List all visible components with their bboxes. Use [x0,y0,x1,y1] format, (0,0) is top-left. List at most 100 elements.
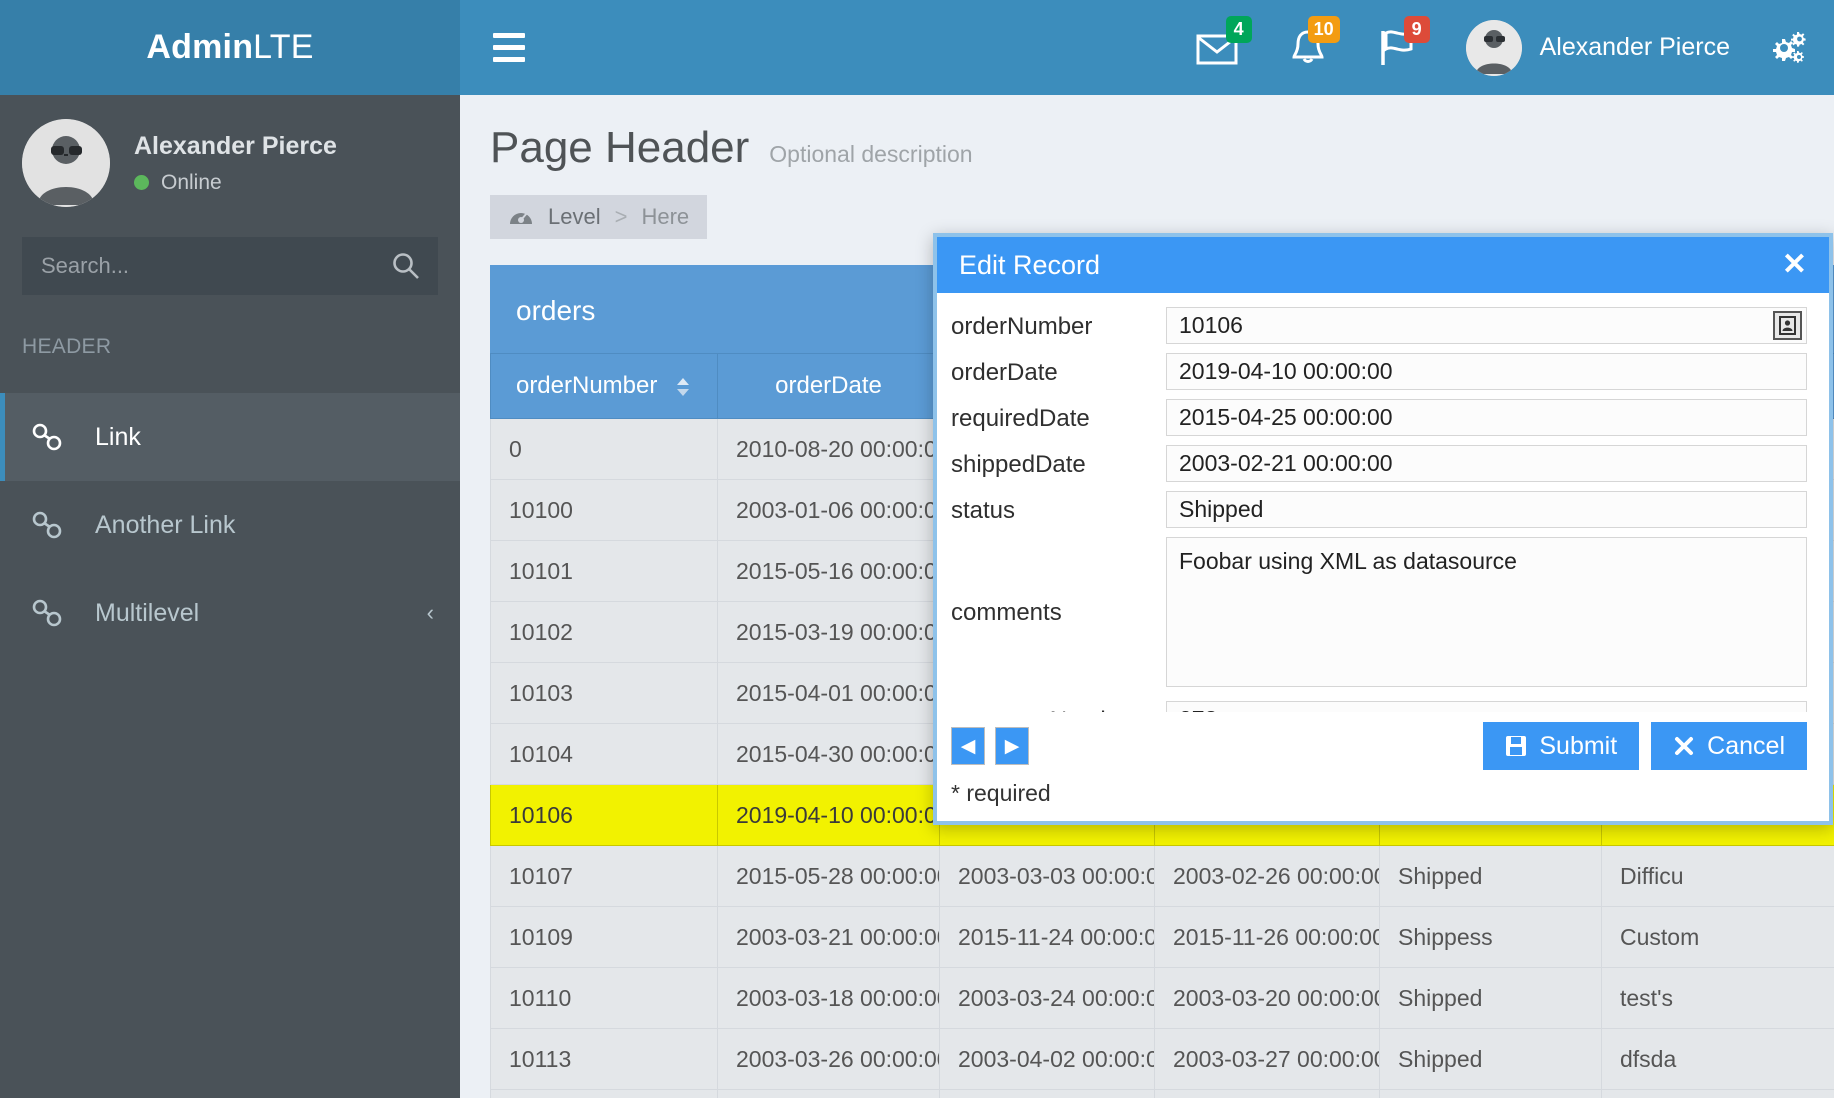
shippedDate-input[interactable] [1166,445,1807,482]
column-header-orderNumber[interactable]: orderNumber [490,353,718,419]
table-cell: 10103 [490,662,718,724]
table-cell: test's [1601,967,1834,1029]
table-cell: 10109 [490,906,718,968]
sidebar-item-label: Multilevel [95,598,200,627]
table-cell: 2015-03-19 00:00:00 [717,601,940,663]
navbar-right-menu: 4 10 9 Alexander Pierce [1170,0,1834,95]
field-control-requiredDate [1166,399,1807,436]
table-cell: 2019-04-10 00:00:00 [717,784,940,846]
sidebar-item-label: Link [95,422,141,451]
field-label-orderDate: orderDate [951,359,1058,386]
brand-light: LTE [253,28,314,66]
submit-button[interactable]: Submit [1483,722,1640,770]
table-cell: 2015-04-01 00:00:00 [717,662,940,724]
link-icon [32,511,62,539]
notifications-badge: 10 [1307,16,1340,43]
field-row-status: status [951,491,1807,528]
table-cell: 2003-04-02 00:00:00 [939,1028,1155,1090]
search-input[interactable] [23,253,375,279]
customerNumber-input[interactable] [1166,701,1807,712]
orderDate-input[interactable] [1166,353,1807,390]
table-cell: 2015-11-26 00:00:00 [1154,906,1380,968]
table-cell: Shipped [1379,1028,1602,1090]
field-control-comments: Foobar using XML as datasource [1166,537,1807,692]
sidebar-user-panel[interactable]: Alexander Pierce Online [0,95,460,237]
requiredDate-input[interactable] [1166,399,1807,436]
sidebar-item-link[interactable]: Link [0,393,460,481]
sidebar-menu-header: HEADER [22,335,112,358]
field-control-orderNumber [1166,307,1807,344]
table-cell: Shipped [1379,967,1602,1029]
column-label: orderNumber [515,372,658,399]
table-row[interactable]: 10109 2003-03-21 00:00:00 2015-11-24 00:00… [490,906,1834,968]
navbar-user-name: Alexander Pierce [1539,33,1730,61]
breadcrumb-separator: > [614,204,628,229]
admin-dashboard: AdminLTE 4 10 9 Alexander Pierce Alexand… [0,0,1834,1098]
table-cell [1154,1089,1380,1098]
cancel-button[interactable]: Cancel [1651,722,1807,770]
status-input[interactable] [1166,491,1807,528]
table-cell: Shippess [1379,906,1602,968]
breadcrumb-here: Here [641,204,690,229]
settings-menu[interactable] [1754,0,1834,95]
table-cell: 2015-04-30 00:00:00 [717,723,940,785]
field-control-shippedDate [1166,445,1807,482]
field-row-shippedDate: shippedDate [951,445,1807,482]
table-cell: 2003-03-20 00:00:00 [1154,967,1380,1029]
gears-icon [1773,31,1806,63]
close-icon[interactable]: ✕ [1782,250,1807,280]
sidebar-user-status: Online [134,171,337,195]
table-cell: 2003-03-18 00:00:00 [717,967,940,1029]
messages-badge: 4 [1225,16,1252,43]
modal-body: orderNumber orderDate [937,293,1829,712]
brand-logo[interactable]: AdminLTE [0,0,460,95]
next-record-button[interactable]: ▶ [995,727,1029,765]
modal-header: Edit Record ✕ [937,237,1829,293]
sidebar-toggle-icon[interactable] [478,0,540,95]
table-cell: 2015-05-16 00:00:00 [717,540,940,602]
comments-textarea[interactable]: Foobar using XML as datasource [1166,537,1807,687]
sidebar-user-info: Alexander Pierce Online [134,132,337,195]
table-cell: 2003-03-24 00:00:00 [939,967,1155,1029]
sidebar-search-row [0,237,460,295]
table-row[interactable] [490,1089,1834,1098]
notifications-menu[interactable]: 10 [1264,0,1352,95]
table-cell: 10102 [490,601,718,663]
edit-record-modal: Edit Record ✕ orderNumber 10106 orderDat… [933,233,1833,825]
search-button[interactable] [375,237,437,295]
sidebar-item-multilevel[interactable]: Multilevel ‹ [0,569,460,657]
modal-footer-actions: ◀ ▶ Submit Cancel [951,722,1807,770]
table-cell: Custom [1601,906,1834,968]
table-cell [490,1089,718,1098]
link-icon [32,599,62,627]
table-row[interactable]: 10113 2003-03-26 00:00:00 2003-04-02 00:00… [490,1028,1834,1090]
field-label-status: status [951,497,1016,524]
page-title: Page Header [490,123,750,172]
field-control-status [1166,491,1807,528]
previous-record-button[interactable]: ◀ [951,727,985,765]
breadcrumb-level[interactable]: Level [548,204,601,230]
sidebar-avatar [22,119,110,207]
save-icon [1506,736,1527,756]
table-row[interactable]: 10107 2015-05-28 00:00:00 2003-03-03 00:00… [490,845,1834,907]
messages-menu[interactable]: 4 [1170,0,1264,95]
field-row-requiredDate: requiredDate [951,399,1807,436]
table-cell: 2003-01-06 00:00:00 [717,479,940,541]
modal-footer: ◀ ▶ Submit Cancel * required [937,712,1829,821]
field-control-customerNumber [1166,701,1807,712]
orderNumber-input[interactable] [1166,307,1807,344]
id-card-icon [1779,316,1796,335]
table-cell: Difficu [1601,845,1834,907]
table-cell: dfsda [1601,1028,1834,1090]
page-description: Optional description [769,141,973,167]
sidebar-item-another-link[interactable]: Another Link [0,481,460,569]
record-picker-icon[interactable] [1773,311,1802,340]
brand-logo-text: AdminLTE [146,28,313,67]
column-header-orderDate[interactable]: orderDate [717,353,940,419]
tasks-menu[interactable]: 9 [1352,0,1442,95]
sort-icon [677,377,690,396]
field-label-customerNumber: customerNumber [951,701,1166,712]
sidebar: Alexander Pierce Online HEADER [0,95,460,1098]
user-account-menu[interactable]: Alexander Pierce [1442,0,1754,95]
table-row[interactable]: 10110 2003-03-18 00:00:00 2003-03-24 00:00… [490,967,1834,1029]
